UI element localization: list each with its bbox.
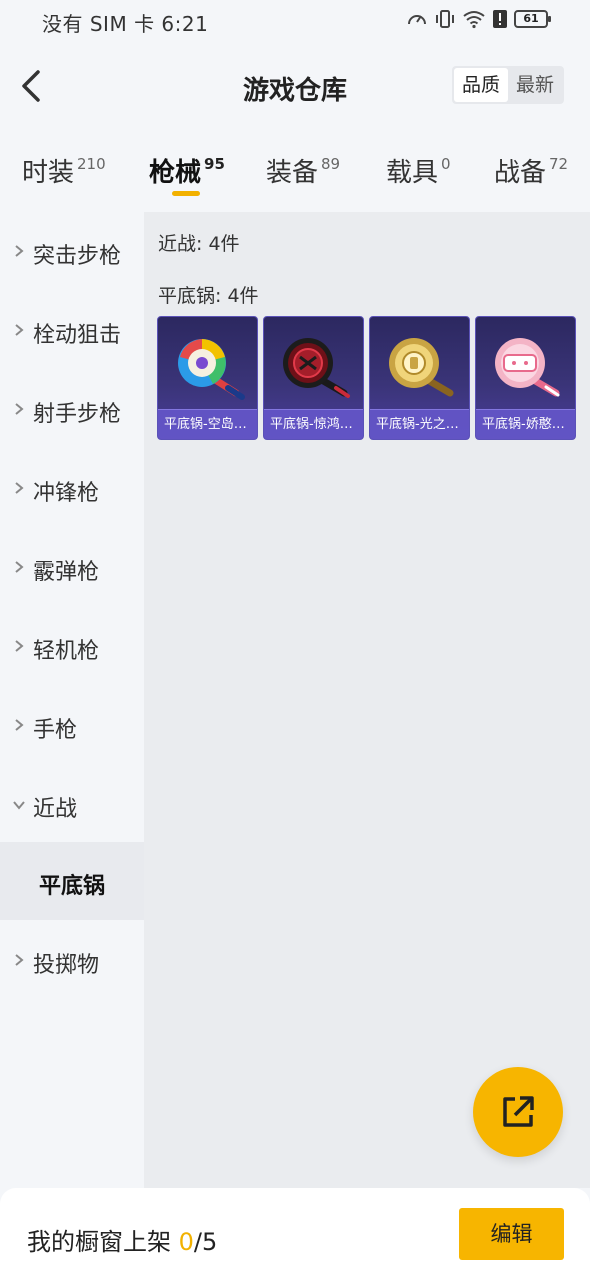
chevron-right-icon	[15, 245, 24, 257]
tab-supplies[interactable]: 战备 72	[494, 152, 568, 189]
chevron-right-icon	[15, 482, 24, 494]
sidebar-item-label: 突击步枪	[33, 244, 122, 269]
sidebar-item-throwables[interactable]: 投掷物	[0, 921, 144, 999]
chevron-right-icon	[15, 719, 24, 731]
category-tabs: 时装 210 枪械 95 装备 89 载具 0 战备 72	[0, 140, 590, 210]
chevron-right-icon	[15, 403, 24, 415]
sidebar-item-melee[interactable]: 近战	[0, 765, 144, 843]
tab-label: 战备	[494, 158, 547, 188]
pan-pink-icon	[495, 338, 560, 397]
item-name: 平底锅-空岛…	[158, 409, 257, 439]
sidebar-item-label: 投掷物	[33, 953, 100, 978]
sidebar-item-assault-rifle[interactable]: 突击步枪	[0, 212, 144, 290]
category-summary: 近战: 4件	[158, 233, 240, 255]
sort-toggle: 品质 最新	[451, 66, 564, 104]
chevron-right-icon	[15, 324, 24, 336]
sidebar-item-lmg[interactable]: 轻机枪	[0, 607, 144, 685]
sort-quality-button[interactable]: 品质	[453, 68, 508, 102]
sidebar-item-pistol[interactable]: 手枪	[0, 686, 144, 764]
tab-count: 89	[321, 155, 341, 173]
sidebar-item-bolt-sniper[interactable]: 栓动狙击	[0, 291, 144, 369]
status-bar: 没有 SIM 卡 6:21 61	[0, 0, 590, 40]
tab-equipment[interactable]: 装备 89	[266, 152, 340, 189]
tab-guns[interactable]: 枪械 95	[149, 152, 225, 189]
showcase-current-count: 0	[178, 1228, 194, 1256]
chevron-down-icon	[13, 801, 25, 810]
item-card-pan-1[interactable]: 平底锅-空岛…	[157, 316, 258, 440]
sidebar-item-smg[interactable]: 冲锋枪	[0, 449, 144, 527]
chevron-right-icon	[15, 561, 24, 573]
sidebar-item-shotgun[interactable]: 霰弹枪	[0, 528, 144, 606]
battery-indicator: 61	[514, 10, 551, 28]
sort-newest-button[interactable]: 最新	[508, 68, 562, 102]
tab-label: 枪械	[149, 158, 202, 188]
bottom-bar: 我的橱窗上架 0/5 编辑	[0, 1188, 590, 1280]
tab-count: 95	[204, 155, 225, 173]
tab-vehicles[interactable]: 载具 0	[386, 152, 451, 189]
item-card-pan-4[interactable]: 平底锅-娇憨…	[475, 316, 576, 440]
sidebar-item-label: 霰弹枪	[33, 560, 100, 585]
edit-button[interactable]: 编辑	[459, 1208, 564, 1260]
pan-golden-icon	[389, 338, 454, 397]
pan-dark-red-icon	[283, 338, 350, 398]
speed-icon	[408, 15, 426, 25]
tab-count: 72	[549, 155, 569, 173]
item-name: 平底锅-光之…	[370, 409, 469, 439]
header: 游戏仓库 品质 最新	[0, 40, 590, 136]
sidebar: 突击步枪 栓动狙击 射手步枪 冲锋枪 霰弹枪 轻机枪 手枪 近战 平底锅 投掷物	[0, 212, 144, 1188]
chevron-right-icon	[15, 954, 24, 966]
showcase-status: 我的橱窗上架 0/5	[27, 1222, 217, 1257]
sidebar-item-label: 近战	[33, 797, 78, 822]
alert-icon	[493, 10, 507, 28]
tab-count: 210	[77, 155, 106, 173]
external-link-icon	[503, 1096, 534, 1127]
sidebar-item-marksman-rifle[interactable]: 射手步枪	[0, 370, 144, 448]
tab-label: 载具	[386, 158, 439, 188]
active-tab-indicator	[172, 191, 200, 196]
item-content-area: 近战: 4件 平底锅: 4件 平底锅-空岛… 平底锅-惊鸿… 平底锅-光之… 平…	[144, 212, 590, 1188]
item-card-pan-2[interactable]: 平底锅-惊鸿…	[263, 316, 364, 440]
sidebar-item-label: 手枪	[33, 718, 78, 743]
chevron-right-icon	[15, 640, 24, 652]
item-name: 平底锅-惊鸿…	[264, 409, 363, 439]
tab-label: 时装	[22, 158, 75, 188]
item-card-pan-3[interactable]: 平底锅-光之…	[369, 316, 470, 440]
sidebar-subitem-pan[interactable]: 平底锅	[0, 842, 144, 920]
pan-rainbow-icon	[178, 339, 245, 400]
item-grid: 平底锅-空岛… 平底锅-惊鸿… 平底锅-光之… 平底锅-娇憨…	[157, 316, 576, 440]
sidebar-item-label: 轻机枪	[33, 639, 100, 664]
sidebar-item-label: 射手步枪	[33, 402, 122, 427]
subcategory-summary: 平底锅: 4件	[158, 285, 259, 307]
sidebar-item-label: 冲锋枪	[33, 481, 100, 506]
sidebar-item-label: 平底锅	[39, 874, 106, 899]
tab-count: 0	[441, 155, 451, 173]
tab-fashion[interactable]: 时装 210	[22, 152, 106, 189]
sidebar-item-label: 栓动狙击	[33, 323, 122, 348]
share-fab-button[interactable]	[473, 1067, 563, 1157]
status-carrier-time: 没有 SIM 卡 6:21	[42, 12, 209, 36]
showcase-total: /5	[193, 1228, 218, 1256]
wifi-icon	[463, 11, 485, 29]
vibrate-icon	[436, 10, 454, 28]
item-name: 平底锅-娇憨…	[476, 409, 575, 439]
showcase-label: 我的橱窗上架	[27, 1228, 171, 1256]
tab-label: 装备	[266, 158, 319, 188]
status-icons: 61	[406, 9, 551, 29]
